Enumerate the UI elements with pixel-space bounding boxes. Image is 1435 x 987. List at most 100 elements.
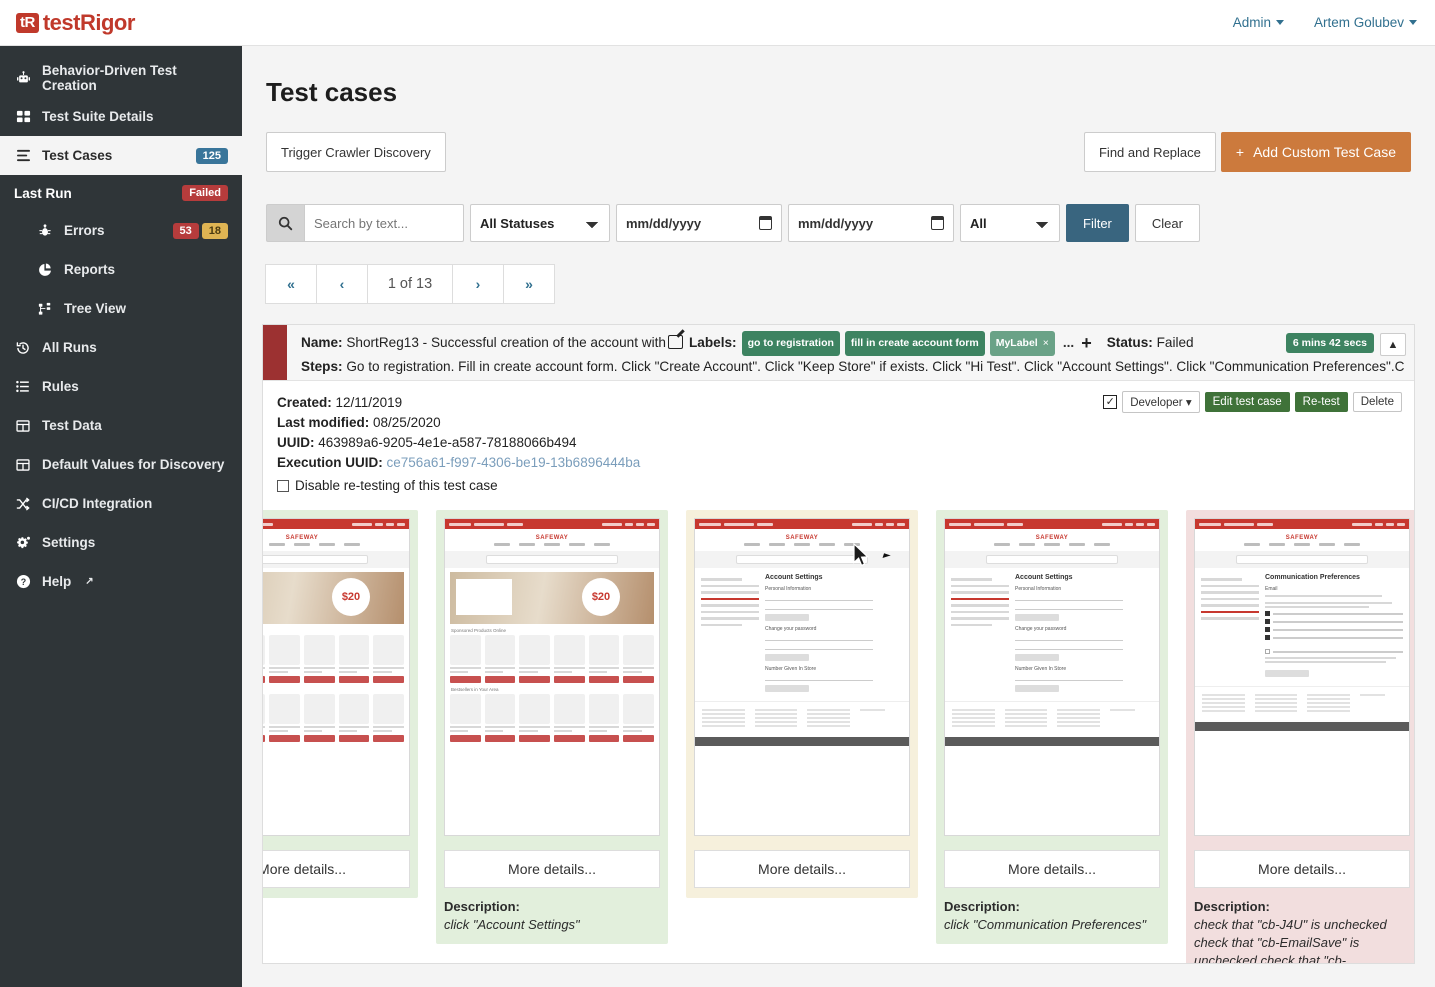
section-subtitle: Change your password — [765, 626, 817, 632]
screenshot-thumbnail[interactable]: SAFEWAY $20 Sponsored Products Online — [263, 518, 410, 836]
hero-banner: $20 — [263, 572, 404, 624]
status-filter-select[interactable]: All Statuses — [470, 204, 610, 242]
sidebar-item-rules[interactable]: Rules — [0, 367, 242, 406]
sidebar-item-help[interactable]: ? Help ↗ — [0, 562, 242, 601]
more-details-button[interactable]: More details... — [694, 850, 910, 888]
re-test-button[interactable]: Re-test — [1294, 392, 1348, 412]
pagination-last-button[interactable]: » — [503, 264, 555, 304]
sidebar-item-label: Help — [42, 574, 72, 589]
sidebar-item-test-suite-details[interactable]: Test Suite Details — [0, 97, 242, 136]
more-details-button[interactable]: More details... — [1194, 850, 1410, 888]
pagination-next-button[interactable]: › — [452, 264, 504, 304]
sidebar-item-behavior-driven-test-creation[interactable]: Behavior-Driven Test Creation — [0, 58, 242, 97]
errors-count-badge: 53 — [172, 222, 199, 239]
sidebar-item-reports[interactable]: Reports — [0, 250, 242, 289]
screenshot-card-selected[interactable]: SAFEWAY Account Settings Personal Inform… — [686, 510, 918, 898]
collapse-button[interactable]: ▲ — [1380, 333, 1406, 356]
site-logo: SAFEWAY — [285, 535, 319, 541]
last-run-status-badge: Failed — [182, 185, 228, 201]
duration-badge: 6 mins 42 secs — [1285, 333, 1374, 353]
logo-text: testRigor — [42, 9, 136, 35]
test-case-body: Created: 12/11/2019 Last modified: 08/25… — [263, 381, 1414, 963]
screenshot-thumbnail[interactable]: SAFEWAY Account Settings Personal Inform… — [944, 518, 1160, 836]
account-main: Account Settings Personal Information Ch… — [1009, 574, 1153, 696]
status-label: Status: — [1106, 335, 1153, 350]
trigger-crawler-discovery-button[interactable]: Trigger Crawler Discovery — [266, 132, 446, 172]
sidebar-item-all-runs[interactable]: All Runs — [0, 328, 242, 367]
label-tag[interactable]: go to registration — [741, 331, 840, 356]
account-page: Account Settings Personal Information Ch… — [695, 568, 909, 696]
admin-menu[interactable]: Admin — [1233, 15, 1284, 30]
date-from-input[interactable]: mm/dd/yyyy — [616, 204, 782, 242]
sidebar-item-settings[interactable]: Settings — [0, 523, 242, 562]
section-subtitle: Personal Information — [1015, 586, 1062, 592]
user-menu[interactable]: Artem Golubev — [1314, 15, 1417, 30]
clear-button[interactable]: Clear — [1134, 204, 1200, 242]
pagination-first-button[interactable]: « — [265, 264, 317, 304]
test-case-header[interactable]: Name: ShortReg13 - Successful creation o… — [263, 325, 1414, 381]
site-logo: SAFEWAY — [535, 535, 569, 541]
role-select[interactable]: Developer ▾ — [1122, 391, 1200, 413]
screenshot-card[interactable]: SAFEWAY Account Settings Personal Inform… — [936, 510, 1168, 944]
hero-banner: $20 — [450, 572, 654, 624]
sidebar-item-cicd-integration[interactable]: CI/CD Integration — [0, 484, 242, 523]
add-label-plus-icon[interactable]: + — [1081, 333, 1092, 353]
site-nav — [445, 543, 659, 551]
calendar-icon[interactable] — [759, 216, 772, 230]
tree-icon — [36, 302, 54, 316]
sidebar-item-errors[interactable]: Errors 53 18 — [0, 211, 242, 250]
sidebar-item-test-data[interactable]: Test Data — [0, 406, 242, 445]
date-to-input[interactable]: mm/dd/yyyy — [788, 204, 954, 242]
delete-button[interactable]: Delete — [1352, 392, 1402, 412]
more-details-button[interactable]: More details... — [263, 850, 410, 888]
sidebar-last-run: Last Run Failed — [0, 175, 242, 211]
all-filter-select[interactable]: All — [960, 204, 1060, 242]
modified-label: Last modified: — [277, 415, 370, 430]
sidebar-item-label: Test Cases — [42, 148, 113, 163]
sidebar-item-label: Test Suite Details — [42, 109, 154, 124]
sidebar-item-label: Errors — [64, 223, 105, 238]
app-logo[interactable]: tR testRigor — [16, 10, 135, 36]
more-details-button[interactable]: More details... — [444, 850, 660, 888]
screenshot-card[interactable]: SAFEWAY $20 Sponsored Products Online — [436, 510, 668, 944]
edit-pencil-icon[interactable] — [667, 335, 683, 349]
role-select-label: Developer — [1130, 397, 1183, 409]
sidebar-item-default-values-for-discovery[interactable]: Default Values for Discovery — [0, 445, 242, 484]
screenshot-thumbnail[interactable]: SAFEWAY Account Settings Personal Inform… — [694, 518, 910, 836]
modified-row: Last modified: 08/25/2020 — [277, 413, 1400, 433]
screenshot-card[interactable]: SAFEWAY $20 Sponsored Products Online — [263, 510, 418, 898]
labels-more[interactable]: ... — [1063, 335, 1074, 350]
site-topbar — [445, 519, 659, 529]
search-icon — [266, 204, 304, 242]
screenshot-card-failed[interactable]: SAFEWAY Communication Preferences Email … — [1186, 510, 1414, 963]
site-logo: SAFEWAY — [785, 535, 819, 541]
filter-button[interactable]: Filter — [1066, 204, 1129, 242]
pagination-prev-button[interactable]: ‹ — [316, 264, 368, 304]
more-details-button[interactable]: More details... — [944, 850, 1160, 888]
chevron-down-icon — [1409, 20, 1417, 25]
select-test-case-checkbox[interactable]: ✓ — [1103, 395, 1118, 409]
sidebar-item-tree-view[interactable]: Tree View — [0, 289, 242, 328]
screenshot-thumbnail[interactable]: SAFEWAY Communication Preferences Email — [1194, 518, 1410, 836]
add-custom-test-case-button[interactable]: + Add Custom Test Case — [1220, 132, 1411, 172]
sidebar-item-test-cases[interactable]: Test Cases 125 — [0, 136, 242, 175]
sidebar-item-label: Settings — [42, 535, 96, 550]
screenshot-thumbnail[interactable]: SAFEWAY $20 Sponsored Products Online — [444, 518, 660, 836]
close-icon[interactable]: × — [1043, 337, 1049, 349]
site-footer-bar — [695, 737, 909, 746]
execution-uuid-link[interactable]: ce756a61-f997-4306-be19-13b6896444ba — [387, 455, 641, 470]
admin-menu-label: Admin — [1232, 15, 1271, 30]
card-description: Description: click "Account Settings" — [444, 898, 660, 934]
search-input[interactable] — [304, 204, 464, 242]
disable-retest-checkbox[interactable] — [277, 480, 289, 492]
edit-test-case-button[interactable]: Edit test case — [1204, 392, 1290, 412]
find-and-replace-button[interactable]: Find and Replace — [1083, 132, 1216, 172]
disable-retest-row[interactable]: Disable re-testing of this test case — [277, 476, 1400, 496]
site-logo: SAFEWAY — [1035, 535, 1069, 541]
label-tag-removable[interactable]: MyLabel × — [989, 331, 1055, 356]
section-subtitle: Email — [1265, 586, 1278, 592]
calendar-icon[interactable] — [931, 216, 944, 230]
product-row — [263, 694, 409, 742]
label-tag[interactable]: fill in create account form — [844, 331, 985, 356]
test-case-header-right: 6 mins 42 secs ▲ — [1285, 333, 1406, 356]
